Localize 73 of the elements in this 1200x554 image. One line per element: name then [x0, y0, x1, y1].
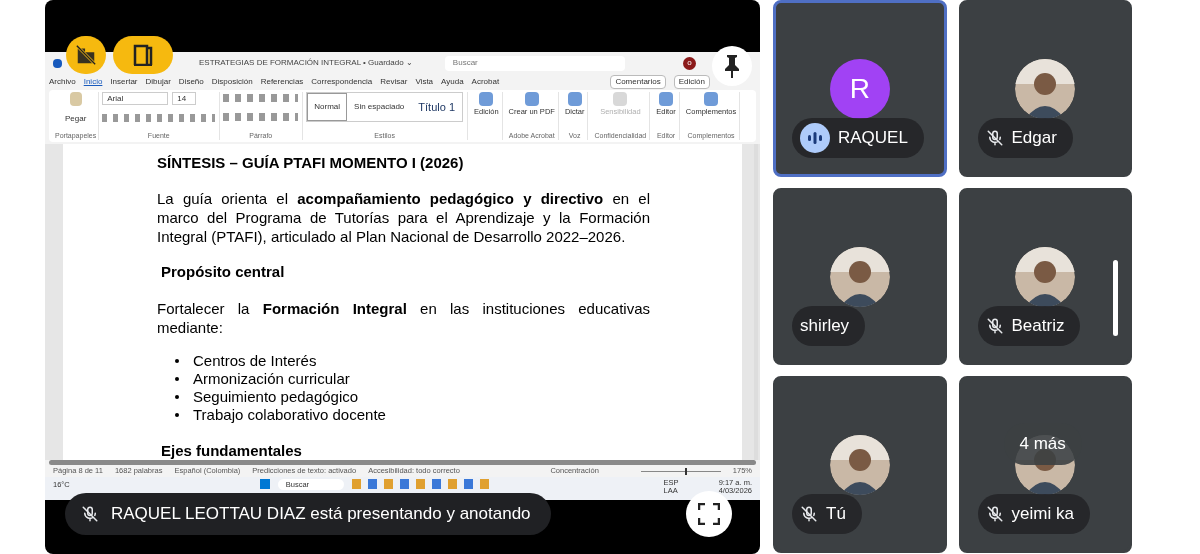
font-field[interactable]: Arial	[102, 92, 169, 105]
participant-name: shirley	[800, 315, 850, 338]
tool-icon	[704, 92, 719, 106]
document-title: ESTRATEGIAS DE FORMACIÓN INTEGRAL • Guardado ⌄	[199, 57, 413, 69]
door-button[interactable]	[113, 36, 173, 74]
menu-tab[interactable]: Revisar	[380, 76, 408, 88]
menu-tab[interactable]: Disposición	[211, 76, 253, 88]
participant-tile[interactable]: Beatriz	[958, 188, 1132, 365]
participant-name: yeimi ka	[1011, 503, 1074, 526]
paste-icon	[69, 92, 82, 106]
menu-tab[interactable]: Correspondencia	[311, 76, 373, 88]
start-icon[interactable]	[259, 479, 270, 489]
bullet-icon	[175, 359, 179, 363]
pin-icon	[723, 54, 741, 78]
list-item: Centros de Interés	[193, 352, 317, 370]
mic-off-icon	[81, 505, 99, 523]
taskbar-apps[interactable]	[351, 479, 492, 489]
avatar: R	[829, 58, 890, 119]
menu-tab[interactable]: Acrobat	[471, 76, 500, 88]
mic-off-icon	[985, 505, 1004, 523]
mic-off-icon	[985, 129, 1004, 147]
menu-tab[interactable]: Vista	[415, 76, 434, 88]
tool-icon	[567, 92, 582, 106]
list-item: Armonización curricular	[193, 370, 350, 388]
menu-tab[interactable]: Referencias	[260, 76, 304, 88]
list-item: Trabajo colaborativo docente	[193, 406, 386, 424]
participant-tile[interactable]: R RAQUEL	[773, 0, 947, 177]
menu-tab[interactable]: Dibujar	[145, 76, 171, 88]
paragraph: La guía orienta el acompañamiento pedagógico y directivo en el marco del Programa de Tutorías para el Aprendizaje y la Formación Integral (PTAFI), articulado al Plan Nacional de Desarrollo 2022–2026.	[157, 188, 650, 246]
door-icon	[133, 44, 153, 66]
participant-name: RAQUEL	[838, 127, 908, 150]
search-field[interactable]: Buscar	[444, 55, 625, 71]
section-heading: Propósito central	[160, 261, 286, 282]
mic-off-icon	[985, 317, 1004, 335]
tool-icon	[613, 92, 628, 106]
presenter-label: RAQUEL LEOTTAU DIAZ está presentando y anotando	[111, 503, 531, 526]
document-heading: SÍNTESIS – GUÍA PTAFI MOMENTO I (2026)	[157, 153, 465, 173]
tool-icon	[479, 92, 494, 106]
zoom-thumb[interactable]	[684, 467, 687, 475]
editing-button[interactable]: Edición	[673, 75, 710, 89]
participant-name: Tú	[826, 503, 846, 526]
participant-tile[interactable]: Tú	[773, 376, 947, 553]
fullscreen-button[interactable]	[686, 491, 732, 537]
scrollbar-thumb[interactable]	[1113, 260, 1118, 336]
bullet-icon	[175, 377, 179, 381]
menu-tab[interactable]: Diseño	[178, 76, 204, 88]
participant-tile[interactable]: 4 más yeimi ka	[958, 376, 1132, 553]
bullet-icon	[175, 395, 179, 399]
size-field[interactable]: 14	[172, 92, 197, 105]
annotation-off-button[interactable]	[66, 36, 106, 74]
menu-tab[interactable]: Insertar	[110, 76, 138, 88]
profile-avatar[interactable]: o	[682, 56, 696, 70]
app-icon	[53, 58, 62, 68]
paste-button[interactable]: Pegar	[64, 114, 87, 123]
participant-name: Beatriz	[1011, 315, 1065, 338]
speaking-icon	[800, 123, 830, 153]
menu-tab[interactable]: Archivo	[49, 76, 76, 88]
bullet-icon	[175, 413, 179, 417]
mic-off-icon	[800, 505, 818, 523]
style-option[interactable]: Normal	[307, 93, 348, 121]
participant-tile[interactable]: Edgar	[958, 0, 1132, 177]
tool-icon	[659, 92, 674, 106]
comments-button[interactable]: Comentarios	[610, 75, 666, 89]
menu-tab[interactable]: Inicio	[83, 76, 103, 88]
list-item: Seguimiento pedagógico	[193, 388, 359, 406]
paragraph: Fortalecer la Formación Integral en las instituciones educativas mediante:	[157, 299, 650, 337]
section-heading: Ejes fundamentales	[160, 441, 303, 461]
participant-tile[interactable]: shirley	[773, 188, 947, 365]
participant-name: Edgar	[1011, 127, 1057, 150]
menu-tab[interactable]: Ayuda	[441, 76, 464, 88]
fullscreen-icon	[698, 503, 720, 525]
pin-button[interactable]	[712, 46, 752, 86]
tool-icon	[524, 92, 539, 106]
